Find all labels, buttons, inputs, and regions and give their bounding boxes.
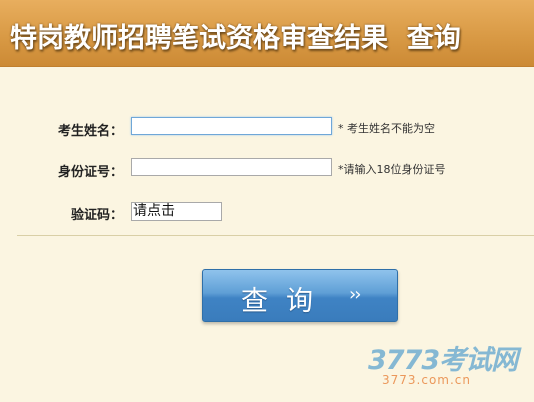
captcha-image[interactable]: 请点击 [131, 202, 222, 221]
id-number-label: 身份证号： [58, 165, 124, 180]
double-arrow-icon: ›› [349, 284, 361, 305]
id-number-input[interactable] [131, 158, 332, 176]
page-header: 特岗教师招聘笔试资格审查结果 查询 [0, 0, 534, 67]
id-number-hint: *请输入18位身份证号 [338, 163, 446, 176]
name-hint: * 考生姓名不能为空 [338, 122, 435, 135]
query-button-label: 查询 [241, 286, 331, 317]
watermark-logo: 3773考试网 3773.com.cn [368, 338, 528, 398]
name-label: 考生姓名： [58, 124, 124, 139]
captcha-label: 验证码： [71, 208, 124, 223]
watermark-brand: 3773考试网 [368, 345, 518, 376]
name-input[interactable] [131, 117, 332, 135]
page-title: 特岗教师招聘笔试资格审查结果 查询 [10, 23, 461, 54]
query-button[interactable]: 查询 ›› [202, 269, 398, 322]
form-divider [17, 235, 534, 236]
watermark-url: 3773.com.cn [382, 373, 471, 387]
